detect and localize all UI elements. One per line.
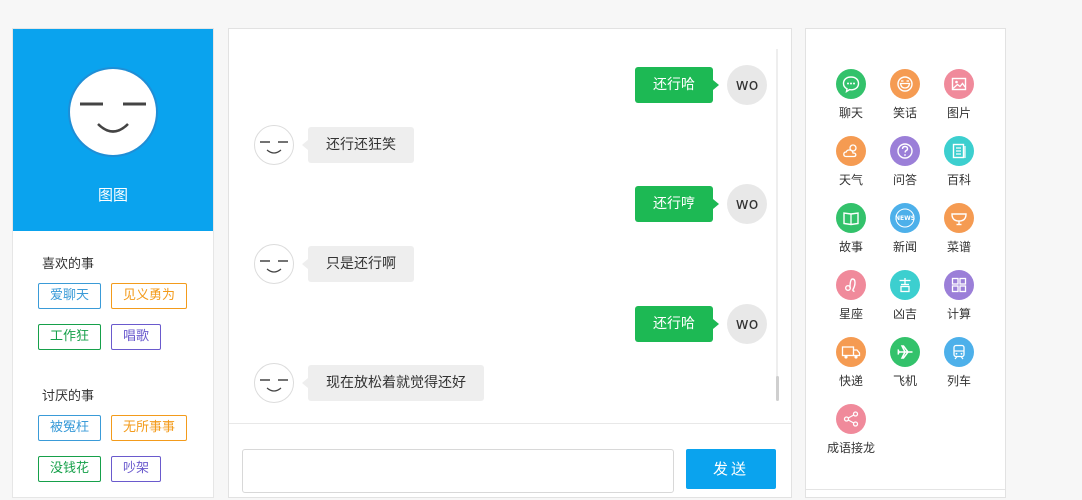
func-recipe[interactable]: 菜谱 xyxy=(932,203,986,255)
fortune-icon xyxy=(890,270,920,300)
func-encyclopedia[interactable]: 百科 xyxy=(932,136,986,188)
recipe-icon xyxy=(944,203,974,233)
like-tag[interactable]: 爱聊天 xyxy=(38,283,102,309)
func-news[interactable]: NEWS 新闻 xyxy=(878,203,932,255)
bot-avatar xyxy=(254,125,294,165)
func-label: 成语接龙 xyxy=(826,441,875,455)
func-label: 问答 xyxy=(892,173,917,187)
func-fortune[interactable]: 凶吉 xyxy=(878,270,932,322)
share-icon xyxy=(836,404,866,434)
function-panel: 聊天 笑话 图片 天气 问答 百科 故事 NEWS 新闻 菜谱 星座 凶吉 计算… xyxy=(805,28,1006,498)
bot-bubble: 还行还狂笑 xyxy=(302,127,414,163)
bot-avatar xyxy=(254,244,294,284)
encyclopedia-icon xyxy=(944,136,974,166)
likes-title: 喜欢的事 xyxy=(42,257,95,272)
func-picture[interactable]: 图片 xyxy=(932,69,986,121)
func-label: 凶吉 xyxy=(892,307,917,321)
dislikes-title: 讨厌的事 xyxy=(42,389,95,404)
user-message: 还行哈 wo xyxy=(635,304,767,344)
smile-icon xyxy=(890,69,920,99)
func-label: 故事 xyxy=(838,240,863,254)
svg-text:NEWS: NEWS xyxy=(895,215,915,222)
func-plane[interactable]: 飞机 xyxy=(878,337,932,389)
dislike-tag[interactable]: 被冤枉 xyxy=(38,415,102,441)
func-calculator[interactable]: 计算 xyxy=(932,270,986,322)
func-express[interactable]: 快递 xyxy=(824,337,878,389)
book-icon xyxy=(836,203,866,233)
user-avatar: wo xyxy=(727,304,767,344)
chat-panel: 还行哈 wo 还行还狂笑 还行哼 wo 只是还行啊 还行哈 wo 现在放松着就觉… xyxy=(228,28,792,498)
user-message: 还行哈 wo xyxy=(635,65,767,105)
scrollbar-thumb[interactable] xyxy=(776,376,779,401)
train-icon xyxy=(944,337,974,367)
picture-icon xyxy=(944,69,974,99)
bot-message: 现在放松着就觉得还好 xyxy=(254,363,484,403)
user-avatar: wo xyxy=(727,65,767,105)
func-qa[interactable]: 问答 xyxy=(878,136,932,188)
func-label: 菜谱 xyxy=(946,240,971,254)
bot-message: 还行还狂笑 xyxy=(254,125,414,165)
func-joke[interactable]: 笑话 xyxy=(878,69,932,121)
message-list: 还行哈 wo 还行还狂笑 还行哼 wo 只是还行啊 还行哈 wo 现在放松着就觉… xyxy=(229,29,791,423)
divider xyxy=(806,489,1005,490)
robot-avatar xyxy=(70,69,156,155)
like-tag[interactable]: 工作狂 xyxy=(38,324,102,350)
user-message: 还行哼 wo xyxy=(635,184,767,224)
dislike-tag[interactable]: 无所事事 xyxy=(111,415,188,441)
dislikes-tags: 被冤枉 无所事事 没钱花 吵架 xyxy=(38,415,213,497)
bot-bubble: 只是还行啊 xyxy=(302,246,414,282)
func-constellation[interactable]: 星座 xyxy=(824,270,878,322)
user-bubble: 还行哈 xyxy=(635,306,719,342)
truck-icon xyxy=(836,337,866,367)
weather-icon xyxy=(836,136,866,166)
dislike-tag[interactable]: 没钱花 xyxy=(38,456,102,482)
question-icon xyxy=(890,136,920,166)
func-label: 计算 xyxy=(946,307,971,321)
func-idiom[interactable]: 成语接龙 xyxy=(824,404,878,456)
func-label: 百科 xyxy=(946,173,971,187)
bot-bubble: 现在放松着就觉得还好 xyxy=(302,365,484,401)
message-input[interactable] xyxy=(242,449,674,493)
func-label: 图片 xyxy=(946,106,971,120)
dislike-tag[interactable]: 吵架 xyxy=(111,456,162,482)
func-label: 列车 xyxy=(946,374,971,388)
bot-avatar xyxy=(254,363,294,403)
func-label: 快递 xyxy=(838,374,863,388)
func-chat[interactable]: 聊天 xyxy=(824,69,878,121)
plane-icon xyxy=(890,337,920,367)
input-area: 发送 xyxy=(229,423,791,500)
func-train[interactable]: 列车 xyxy=(932,337,986,389)
constellation-icon xyxy=(836,270,866,300)
user-bubble: 还行哼 xyxy=(635,186,719,222)
func-label: 星座 xyxy=(838,307,863,321)
func-label: 天气 xyxy=(838,173,863,187)
profile-header: 图图 xyxy=(13,29,213,231)
profile-name: 图图 xyxy=(97,186,128,204)
func-story[interactable]: 故事 xyxy=(824,203,878,255)
func-weather[interactable]: 天气 xyxy=(824,136,878,188)
bot-message: 只是还行啊 xyxy=(254,244,414,284)
profile-panel: 图图 喜欢的事 爱聊天 见义勇为 工作狂 唱歌 讨厌的事 被冤枉 无所事事 没钱… xyxy=(12,28,214,498)
chat-icon xyxy=(836,69,866,99)
func-label: 聊天 xyxy=(838,106,863,120)
user-bubble: 还行哈 xyxy=(635,67,719,103)
func-label: 飞机 xyxy=(892,374,917,388)
func-label: 新闻 xyxy=(892,240,917,254)
func-label: 笑话 xyxy=(892,106,917,120)
news-icon: NEWS xyxy=(890,203,920,233)
like-tag[interactable]: 唱歌 xyxy=(111,324,162,350)
likes-tags: 爱聊天 见义勇为 工作狂 唱歌 xyxy=(38,283,213,365)
like-tag[interactable]: 见义勇为 xyxy=(111,283,188,309)
user-avatar: wo xyxy=(727,184,767,224)
send-button[interactable]: 发送 xyxy=(686,449,776,489)
calculator-icon xyxy=(944,270,974,300)
scrollbar-track[interactable] xyxy=(776,49,778,399)
